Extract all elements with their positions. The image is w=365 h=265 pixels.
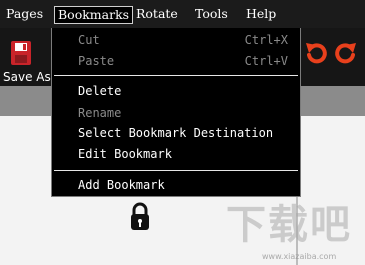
menu-bookmarks[interactable]: Bookmarks <box>54 6 134 24</box>
menu-item-label: Delete <box>78 84 122 98</box>
menu-item-rename[interactable]: Rename <box>78 104 288 122</box>
menu-item-label: Paste <box>78 54 115 68</box>
menu-item-delete[interactable]: Delete <box>78 82 288 100</box>
menu-separator <box>54 170 298 171</box>
menu-pages[interactable]: Pages <box>6 6 43 22</box>
undo-icon[interactable] <box>303 40 329 70</box>
menu-item-shortcut: Ctrl+X <box>244 33 288 47</box>
watermark-logo: 下载吧 <box>226 202 352 248</box>
menu-rotate[interactable]: Rotate <box>136 6 178 22</box>
menu-item-edit-bookmark[interactable]: Edit Bookmark <box>78 145 288 163</box>
menu-item-label: Add Bookmark <box>78 178 165 192</box>
save-as-label[interactable]: Save As <box>3 70 51 84</box>
menu-tools[interactable]: Tools <box>195 6 228 22</box>
menu-item-label: Cut <box>78 33 100 47</box>
menu-item-shortcut: Ctrl+V <box>244 54 288 68</box>
menu-bar: Pages Bookmarks Rotate Tools Help <box>0 0 365 28</box>
menu-item-label: Rename <box>78 106 122 120</box>
menu-separator <box>54 75 298 76</box>
menu-item-paste[interactable]: Paste Ctrl+V <box>78 52 288 70</box>
menu-item-label: Select Bookmark Destination <box>78 126 274 140</box>
watermark-url: www.xiazaiba.com <box>262 252 337 261</box>
lock-icon <box>130 202 150 236</box>
redo-icon[interactable] <box>333 40 359 70</box>
menu-help[interactable]: Help <box>246 6 276 22</box>
menu-item-cut[interactable]: Cut Ctrl+X <box>78 31 288 49</box>
menu-item-label: Edit Bookmark <box>78 147 172 161</box>
menu-item-add-bookmark[interactable]: Add Bookmark <box>78 176 288 194</box>
menu-item-select-bookmark-destination[interactable]: Select Bookmark Destination <box>78 124 288 142</box>
save-icon[interactable] <box>10 40 32 70</box>
bookmarks-dropdown: Cut Ctrl+X Paste Ctrl+V Delete Rename Se… <box>51 28 301 197</box>
